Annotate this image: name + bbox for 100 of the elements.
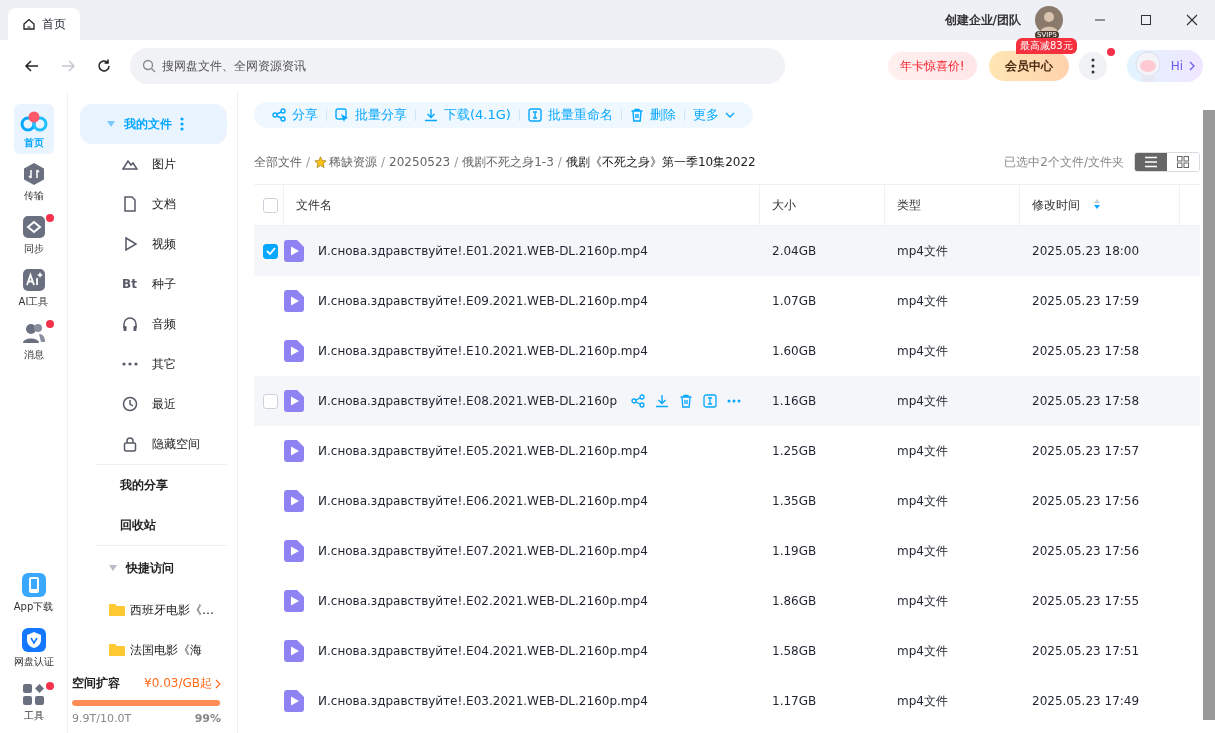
rail-item[interactable]: 工具 bbox=[13, 678, 54, 728]
category-item[interactable]: 音频 bbox=[80, 304, 227, 344]
video-file-icon bbox=[284, 590, 304, 612]
checkbox[interactable] bbox=[263, 243, 278, 259]
file-name[interactable]: И.снова.здравствуйте!.E03.2021.WEB-DL.2160p.mp4 bbox=[318, 694, 648, 708]
video-file-icon bbox=[284, 440, 304, 462]
rail-item[interactable]: AI工具 bbox=[13, 263, 54, 313]
sidebar-link[interactable]: 回收站 bbox=[80, 505, 227, 545]
search-icon bbox=[142, 59, 156, 73]
trash-icon[interactable] bbox=[679, 394, 694, 408]
search-field[interactable]: 搜网盘文件、全网资源资讯 bbox=[130, 48, 785, 84]
video-file-icon bbox=[284, 340, 304, 362]
category-item[interactable]: Bt 种子 bbox=[80, 264, 227, 304]
folder-item[interactable]: 西班牙电影《… bbox=[80, 590, 227, 630]
rail-item[interactable]: App下载 bbox=[13, 568, 54, 618]
home-tab[interactable]: 首页 bbox=[8, 8, 80, 40]
file-name[interactable]: И.снова.здравствуйте!.E05.2021.WEB-DL.2160p.mp4 bbox=[318, 444, 648, 458]
category-item[interactable]: 文档 bbox=[80, 184, 227, 224]
rail-item[interactable]: 网盘认证 bbox=[13, 623, 54, 673]
close-icon bbox=[1186, 14, 1198, 26]
rail-item[interactable]: 消息 bbox=[13, 316, 54, 366]
table-cell-text: mp4文件 bbox=[896, 692, 949, 710]
scrollbar[interactable] bbox=[1203, 110, 1215, 720]
rail-item[interactable]: 传输 bbox=[13, 157, 54, 207]
table-cell-text: mp4文件 bbox=[896, 342, 949, 360]
view-toggle[interactable] bbox=[1135, 153, 1167, 171]
lock-icon bbox=[122, 436, 138, 452]
breadcrumb-item[interactable]: 稀缺资源 bbox=[314, 153, 378, 171]
download-icon[interactable] bbox=[655, 394, 670, 408]
file-name[interactable]: И.снова.здравствуйте!.E07.2021.WEB-DL.2160p.mp4 bbox=[318, 544, 648, 558]
table-cell-text: 1.35GB bbox=[771, 494, 818, 508]
member-center-button[interactable]: 会员中心 bbox=[988, 51, 1069, 81]
file-name[interactable]: И.снова.здравствуйте!.E06.2021.WEB-DL.2160p.mp4 bbox=[318, 494, 648, 508]
quick-access-header[interactable]: 快捷访问 bbox=[80, 546, 227, 590]
rail-item[interactable]: 同步 bbox=[13, 210, 54, 260]
category-item[interactable]: 其它 bbox=[80, 344, 227, 384]
file-name[interactable]: И.снова.здравствуйте!.E09.2021.WEB-DL.2160p.mp4 bbox=[318, 294, 648, 308]
table-cell-text: 2025.05.23 18:00 bbox=[1031, 244, 1141, 258]
table-cell-text: 1.07GB bbox=[771, 294, 818, 308]
discount-badge: 最高减83元 bbox=[1015, 38, 1077, 54]
grid-view-icon bbox=[1177, 156, 1189, 168]
table-cell-text: 1.86GB bbox=[771, 594, 818, 608]
more-icon bbox=[1090, 58, 1095, 74]
document-icon bbox=[122, 196, 138, 212]
table-cell-text: 2025.05.23 17:56 bbox=[1031, 494, 1141, 508]
annual-offer-button[interactable]: 年卡惊喜价! bbox=[887, 52, 977, 80]
table-cell-text: mp4文件 bbox=[896, 292, 949, 310]
create-team-link[interactable]: 创建企业/团队 bbox=[944, 11, 1021, 29]
rename-icon[interactable] bbox=[703, 394, 718, 408]
column-header[interactable]: 文件名 bbox=[284, 185, 760, 225]
file-name[interactable]: И.снова.здравствуйте!.E08.2021.WEB-DL.2160p bbox=[318, 394, 618, 408]
table-cell-text: 1.16GB bbox=[771, 394, 818, 408]
category-item[interactable]: 最近 bbox=[80, 384, 227, 424]
category-item[interactable]: 图片 bbox=[80, 144, 227, 184]
folder-item[interactable]: 法国电影《海 bbox=[80, 630, 227, 670]
breadcrumb-item[interactable]: 20250523 bbox=[389, 155, 451, 169]
storage-title: 空间扩容 bbox=[72, 675, 120, 692]
checkbox[interactable] bbox=[263, 393, 278, 409]
category-item[interactable]: 隐藏空间 bbox=[80, 424, 227, 464]
assistant-button[interactable]: Hi bbox=[1126, 50, 1203, 82]
forward-arrow-icon bbox=[60, 58, 76, 74]
video-file-icon bbox=[284, 640, 304, 662]
table-cell-text: 2025.05.23 17:59 bbox=[1031, 294, 1141, 308]
file-name[interactable]: И.снова.здравствуйте!.E01.2021.WEB-DL.2160p.mp4 bbox=[318, 244, 648, 258]
file-name[interactable]: И.снова.здравствуйте!.E10.2021.WEB-DL.2160p.mp4 bbox=[318, 344, 648, 358]
apps-icon bbox=[22, 683, 45, 706]
table-cell-text: 1.60GB bbox=[771, 344, 818, 358]
caret-down-icon bbox=[108, 564, 118, 572]
column-header[interactable]: 类型 bbox=[885, 185, 1020, 225]
play-icon bbox=[122, 236, 138, 252]
clock-icon bbox=[122, 396, 138, 412]
more-icon[interactable] bbox=[727, 399, 742, 403]
column-header[interactable]: 修改时间 bbox=[1032, 196, 1080, 214]
video-file-icon bbox=[284, 540, 304, 562]
share-icon[interactable] bbox=[631, 394, 646, 408]
refresh-icon bbox=[96, 58, 112, 74]
check-icon bbox=[265, 247, 276, 255]
table-cell-text: 2025.05.23 17:55 bbox=[1031, 594, 1141, 608]
breadcrumb-item[interactable]: 全部文件 bbox=[254, 153, 302, 171]
more-dots-icon bbox=[122, 362, 138, 366]
share-icon bbox=[272, 108, 286, 122]
checkbox[interactable] bbox=[263, 197, 278, 213]
table-cell-text: 2025.05.23 17:49 bbox=[1031, 694, 1141, 708]
vertical-dots-icon bbox=[180, 117, 184, 131]
file-name[interactable]: И.снова.здравствуйте!.E04.2021.WEB-DL.2160p.mp4 bbox=[318, 644, 648, 658]
file-name[interactable]: И.снова.здравствуйте!.E02.2021.WEB-DL.2160p.mp4 bbox=[318, 594, 648, 608]
storage-percent: 99% bbox=[194, 712, 221, 725]
more-button[interactable] bbox=[1078, 52, 1107, 80]
column-header[interactable]: 大小 bbox=[760, 185, 885, 225]
chevron-down-icon bbox=[724, 112, 735, 118]
caret-down-icon bbox=[106, 120, 116, 128]
list-view-icon bbox=[1144, 156, 1158, 168]
path-separator: / bbox=[557, 155, 562, 169]
folder-icon bbox=[108, 643, 126, 657]
breadcrumb-item[interactable]: 俄剧不死之身1-3 bbox=[462, 153, 554, 171]
table-cell-text: mp4文件 bbox=[896, 492, 949, 510]
breadcrumb-item[interactable]: 俄剧《不死之身》第一季10集2022 bbox=[565, 153, 756, 171]
category-item[interactable]: 视频 bbox=[80, 224, 227, 264]
sidebar-link[interactable]: 我的分享 bbox=[80, 465, 227, 505]
ai-icon bbox=[21, 267, 46, 292]
